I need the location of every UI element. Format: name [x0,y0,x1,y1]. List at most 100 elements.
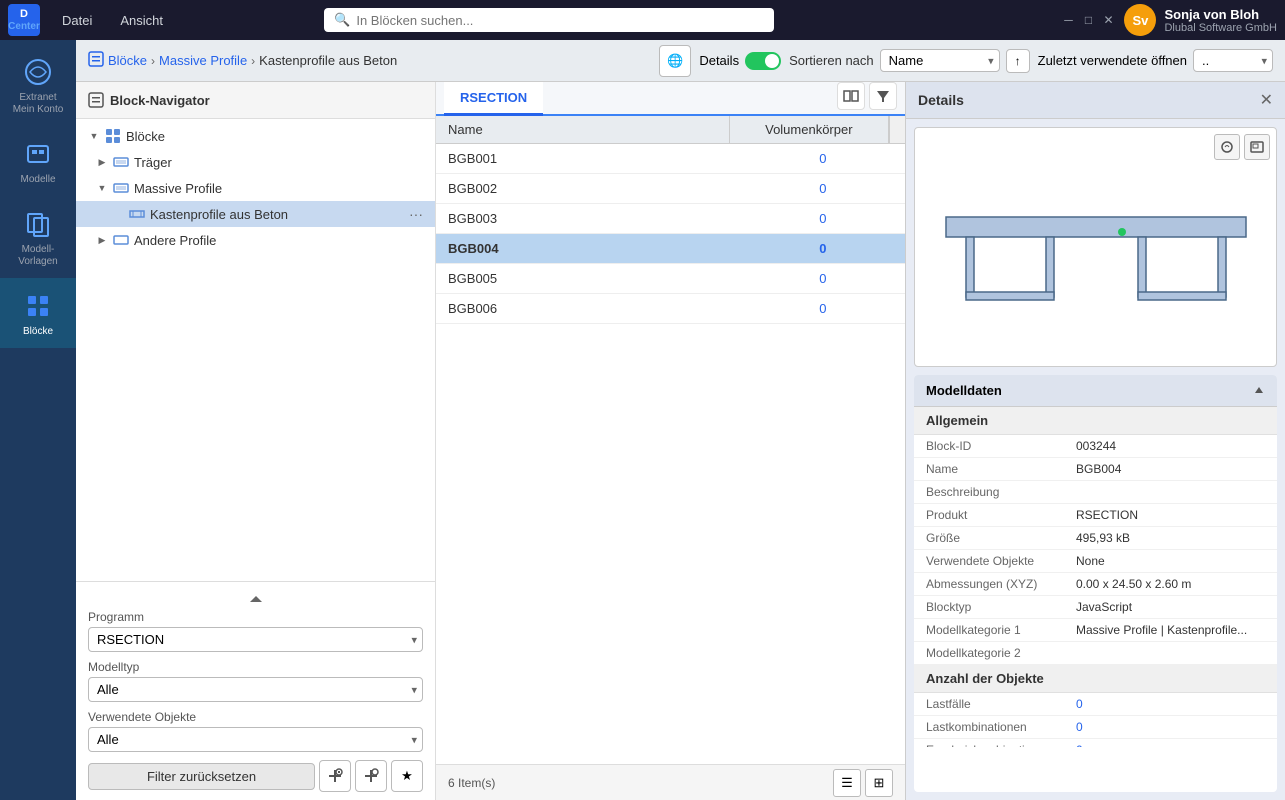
block-navigator-panel: Block-Navigator ▼ Blöcke ▶ [76,82,436,800]
list-row[interactable]: BGB006 0 [436,294,905,324]
list-cell-vol: 0 [741,264,905,293]
breadcrumb-current: Kastenprofile aus Beton [259,53,397,68]
main-layout: ExtranetMein Konto Modelle Modell-Vorlag… [0,40,1285,800]
menu-datei[interactable]: Datei [48,7,106,34]
modelldaten-scroll: Allgemein Block-ID 003244 Name BGB004 Be… [914,407,1277,747]
tree-icon-massive [112,179,130,197]
search-bar: 🔍 [324,8,774,32]
filter-add-button-2[interactable] [355,760,387,792]
list-col-name: Name [436,116,730,143]
list-row[interactable]: BGB003 0 [436,204,905,234]
breadcrumb-item-bloecke[interactable]: Blöcke [108,53,147,68]
modellvorlagen-icon [20,206,56,242]
toolbar: Blöcke › Massive Profile › Kastenprofile… [76,40,1285,82]
list-cell-name: BGB003 [436,204,741,233]
globe-button[interactable]: 🌐 [659,45,691,77]
filter-select-programm[interactable]: RSECTION RFEM RSTAB [88,627,423,652]
data-value-kat1: Massive Profile | Kastenprofile... [1076,623,1247,637]
block-nav-tree: ▼ Blöcke ▶ Träger [76,119,435,581]
tab-bar: RSECTION [436,82,905,116]
preview-icon-btn-1[interactable] [1214,134,1240,160]
list-row[interactable]: BGB005 0 [436,264,905,294]
list-row[interactable]: BGB002 0 [436,174,905,204]
data-value-abmessungen: 0.00 x 24.50 x 2.60 m [1076,577,1191,591]
data-row-verwendete: Verwendete Objekte None [914,550,1277,573]
menu-ansicht[interactable]: Ansicht [106,7,177,34]
breadcrumb: Blöcke › Massive Profile › Kastenprofile… [88,51,651,70]
sort-arrow-button[interactable]: ↑ [1006,49,1030,73]
user-info: Sonja von Bloh Dlubal Software GmbH [1164,7,1277,34]
filter-label-programm: Programm [88,610,423,624]
preview-icon-btn-2[interactable] [1244,134,1270,160]
grid-view-button[interactable]: ⊞ [865,769,893,797]
tree-icon-bloecke [104,127,122,145]
list-row-selected[interactable]: BGB004 0 [436,234,905,264]
app-logo: D Center [8,4,40,36]
sidebar-item-bloecke[interactable]: Blöcke [0,278,76,348]
tree-item-kastenprofile[interactable]: ▶ Kastenprofile aus Beton ··· [76,201,435,227]
tree-toggle-bloecke[interactable]: ▼ [88,130,100,142]
details-close-button[interactable]: ✕ [1260,90,1273,110]
columns-icon-button[interactable] [837,82,865,110]
filter-select-modelltyp[interactable]: Alle 2D 3D [88,677,423,702]
data-row-kat1: Modellkategorie 1 Massive Profile | Kast… [914,619,1277,642]
data-label-blockid: Block-ID [926,439,1076,453]
shape-preview-svg [926,157,1266,337]
data-row-blocktyp: Blocktyp JavaScript [914,596,1277,619]
list-cell-name: BGB004 [436,234,741,263]
logo-text: D [8,8,40,20]
filter-reset-button[interactable]: Filter zurücksetzen [88,763,315,790]
filter-section: Programm RSECTION RFEM RSTAB Modelltyp [84,610,427,792]
tree-toggle-andere[interactable]: ▶ [96,234,108,246]
tree-dots-kastenprofile[interactable]: ··· [409,206,423,222]
sidebar-item-modellvorlagen[interactable]: Modell-Vorlagen [0,196,76,278]
tree-toggle-traeger[interactable]: ▶ [96,156,108,168]
tree-item-bloecke[interactable]: ▼ Blöcke [76,123,435,149]
breadcrumb-item-massive[interactable]: Massive Profile [159,53,247,68]
details-toggle-switch[interactable] [745,52,781,70]
breadcrumb-sep-1: › [151,54,155,68]
tree-item-traeger[interactable]: ▶ Träger [76,149,435,175]
tree-toggle-massive[interactable]: ▼ [96,182,108,194]
sidebar-item-extranet[interactable]: ExtranetMein Konto [0,44,76,126]
data-value-produkt: RSECTION [1076,508,1138,522]
minimize-button[interactable]: ─ [1060,12,1076,28]
data-row-lastfaelle: Lastfälle 0 [914,693,1277,716]
filter-add-button-1[interactable] [319,760,351,792]
breadcrumb-sep-2: › [251,54,255,68]
tree-item-massive-profile[interactable]: ▼ Massive Profile [76,175,435,201]
maximize-button[interactable]: □ [1080,12,1096,28]
close-button[interactable]: ✕ [1100,12,1116,28]
sidebar-item-modelle[interactable]: Modelle [0,126,76,196]
list-cell-vol: 0 [741,174,905,203]
details-header: Details ✕ [906,82,1285,119]
data-label-groesse: Größe [926,531,1076,545]
data-value-blocktyp: JavaScript [1076,600,1132,614]
list-view-button[interactable]: ☰ [833,769,861,797]
filter-row-verwendete: Verwendete Objekte Alle Ja Nein [88,710,423,752]
logo-subtext: Center [8,21,40,32]
search-icon: 🔍 [334,12,350,28]
sidebar-label-modelle: Modelle [20,174,55,186]
tree-label-massive: Massive Profile [134,181,222,196]
data-value-lastkomb: 0 [1076,720,1083,734]
recent-select[interactable]: .. [1193,49,1273,72]
data-value-groesse: 495,93 kB [1076,531,1130,545]
preview-icons [1214,134,1270,160]
modelldaten-header: Modelldaten [914,375,1277,407]
filter-star-button[interactable]: ★ [391,760,423,792]
data-row-ergkomb: Ergebniskombinationen 0 [914,739,1277,747]
filter-actions: Filter zurücksetzen ★ [88,760,423,792]
user-area: ─ □ ✕ Sv Sonja von Bloh Dlubal Software … [1060,4,1277,36]
list-row[interactable]: BGB001 0 [436,144,905,174]
filter-select-verwendete[interactable]: Alle Ja Nein [88,727,423,752]
sort-select[interactable]: Name Größe Datum [880,49,1000,72]
tree-item-andere[interactable]: ▶ Andere Profile [76,227,435,253]
filter-icon-button[interactable] [869,82,897,110]
data-row-groesse: Größe 495,93 kB [914,527,1277,550]
bloecke-icon [20,288,56,324]
nav-bottom-arrow[interactable] [84,590,427,610]
details-toggle: Details [699,52,781,70]
search-input[interactable] [356,13,764,28]
tab-rsection[interactable]: RSECTION [444,82,543,116]
